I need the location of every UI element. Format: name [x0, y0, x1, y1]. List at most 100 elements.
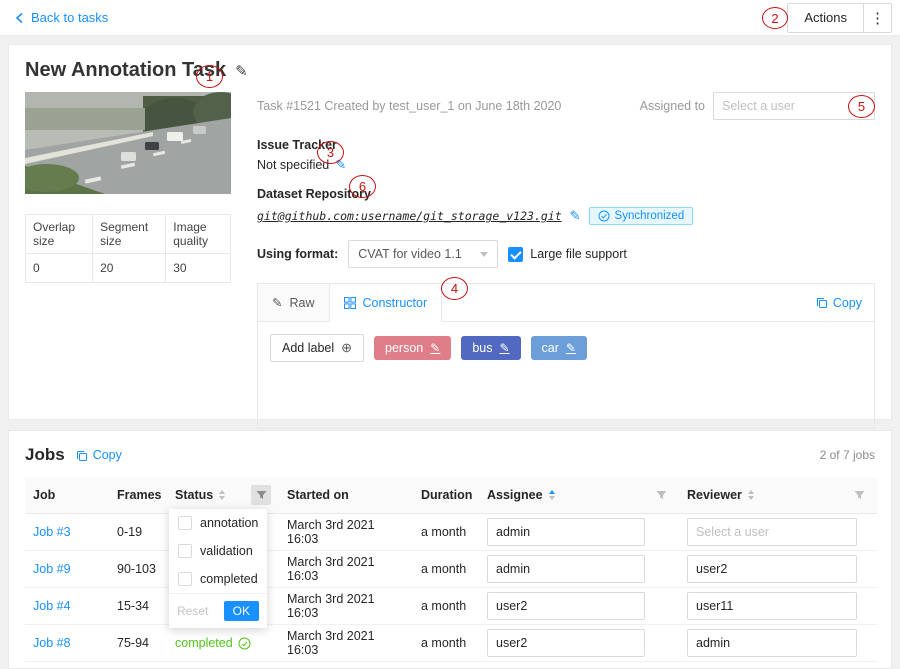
duration-cell: a month [413, 588, 479, 625]
table-row: Job #4 15-34 March 3rd 2021 16:03 a mont… [25, 588, 877, 625]
job-link[interactable]: Job #4 [33, 599, 71, 613]
param-header-quality: Image quality [166, 215, 231, 254]
assignee-cell-input[interactable] [487, 518, 645, 546]
frames-cell: 75-94 [109, 625, 167, 662]
reviewer-filter-icon[interactable] [849, 485, 869, 505]
started-cell: March 3rd 2021 16:03 [279, 588, 413, 625]
assignee-cell-input[interactable] [487, 629, 645, 657]
edit-title-icon[interactable]: ✎ [235, 62, 248, 80]
assignee-cell-input[interactable] [487, 555, 645, 583]
duration-cell: a month [413, 514, 479, 551]
sort-icon[interactable] [748, 490, 754, 500]
annotation-marker-5: 5 [848, 95, 875, 118]
chevron-down-icon [480, 252, 488, 257]
sort-icon[interactable] [219, 490, 225, 500]
sort-icon[interactable] [549, 490, 555, 500]
reviewer-cell-input[interactable] [687, 555, 857, 583]
jobs-count: 2 of 7 jobs [820, 448, 875, 462]
started-cell: March 3rd 2021 16:03 [279, 551, 413, 588]
edit-label-icon[interactable]: ✎ [499, 341, 509, 355]
table-row: Job #3 0-19 March 3rd 2021 16:03 a month [25, 514, 877, 551]
more-actions-icon[interactable]: ⋮ [863, 4, 891, 32]
duration-cell: a month [413, 551, 479, 588]
reviewer-cell-input[interactable] [687, 518, 857, 546]
job-link[interactable]: Job #9 [33, 562, 71, 576]
filter-reset-button[interactable]: Reset [177, 604, 208, 618]
checkbox-icon[interactable] [178, 544, 192, 558]
col-header-reviewer[interactable]: Reviewer [679, 477, 877, 514]
label-chip-person[interactable]: person ✎ [374, 336, 451, 360]
col-header-started: Started on [279, 477, 413, 514]
status-filter-dropdown: annotation validation completed Reset OK [169, 509, 267, 628]
filter-ok-button[interactable]: OK [224, 601, 259, 621]
param-header-overlap: Overlap size [26, 215, 93, 254]
pencil-icon: ✎ [272, 295, 282, 310]
filter-option-completed[interactable]: completed [169, 565, 267, 593]
plus-circle-icon: ⊕ [341, 340, 352, 356]
annotation-marker-4: 4 [441, 277, 468, 300]
add-label-button[interactable]: Add label ⊕ [270, 334, 364, 362]
col-header-duration: Duration [413, 477, 479, 514]
issue-tracker-value: Not specified [257, 158, 329, 172]
col-header-assignee[interactable]: Assignee [479, 477, 679, 514]
frames-cell: 0-19 [109, 514, 167, 551]
col-header-job: Job [25, 477, 109, 514]
assignee-filter-icon[interactable] [651, 485, 671, 505]
labels-editor: ✎ Raw Constructor Copy Add label [257, 283, 875, 429]
annotation-marker-3: 3 [317, 141, 344, 164]
issue-tracker-label: Issue Tracker [257, 138, 875, 152]
constructor-grid-icon [344, 297, 356, 309]
annotation-marker-1: 1 [196, 65, 223, 88]
repository-url[interactable]: git@github.com:username/git_storage_v123… [257, 209, 562, 223]
format-select[interactable]: CVAT for video 1.1 [348, 240, 498, 268]
duration-cell: a month [413, 625, 479, 662]
job-link[interactable]: Job #3 [33, 525, 71, 539]
filter-option-validation[interactable]: validation [169, 537, 267, 565]
copy-icon [75, 449, 88, 462]
jobs-table: Job Frames Status Started on Duration [25, 477, 877, 662]
filter-option-annotation[interactable]: annotation [169, 509, 267, 537]
back-label: Back to tasks [31, 10, 108, 25]
copy-labels-link[interactable]: Copy [815, 284, 862, 321]
param-header-segment: Segment size [93, 215, 166, 254]
label-chip-bus[interactable]: bus ✎ [461, 336, 520, 360]
completed-status-icon [238, 637, 251, 650]
checkbox-icon[interactable] [178, 572, 192, 586]
actions-button[interactable]: Actions ⋮ [787, 3, 892, 33]
task-preview-image [25, 92, 231, 194]
annotation-marker-6: 6 [349, 175, 376, 198]
param-value-overlap: 0 [26, 254, 93, 283]
back-to-tasks-link[interactable]: Back to tasks [14, 10, 108, 25]
large-file-checkbox[interactable]: Large file support [508, 247, 627, 262]
edit-label-icon[interactable]: ✎ [566, 341, 576, 355]
edit-repository-icon[interactable]: ✎ [570, 208, 581, 224]
jobs-title: Jobs [25, 445, 65, 465]
edit-label-icon[interactable]: ✎ [430, 341, 440, 355]
param-value-segment: 20 [93, 254, 166, 283]
chevron-left-icon [14, 12, 25, 24]
status-filter-icon[interactable] [251, 485, 271, 505]
job-link[interactable]: Job #8 [33, 636, 71, 650]
param-value-quality: 30 [166, 254, 231, 283]
actions-label[interactable]: Actions [788, 4, 863, 32]
task-parameters-table: Overlap size Segment size Image quality … [25, 214, 231, 283]
copy-icon [815, 296, 828, 309]
table-row: Job #8 75-94 completed March 3rd 2021 16… [25, 625, 877, 662]
check-circle-icon [598, 210, 610, 222]
tab-raw[interactable]: ✎ Raw [258, 284, 330, 321]
started-cell: March 3rd 2021 16:03 [279, 625, 413, 662]
frames-cell: 90-103 [109, 551, 167, 588]
label-chip-car[interactable]: car ✎ [531, 336, 587, 360]
assignee-cell-input[interactable] [487, 592, 645, 620]
reviewer-cell-input[interactable] [687, 629, 857, 657]
annotation-marker-2: 2 [762, 7, 788, 29]
reviewer-cell-input[interactable] [687, 592, 857, 620]
task-meta: Task #1521 Created by test_user_1 on Jun… [257, 99, 561, 113]
tab-constructor[interactable]: Constructor [330, 284, 443, 322]
status-cell: completed [167, 625, 279, 662]
copy-jobs-link[interactable]: Copy [75, 448, 122, 462]
assigned-to-label: Assigned to [640, 99, 705, 113]
checkbox-checked-icon[interactable] [508, 247, 523, 262]
table-row: Job #9 90-103 March 3rd 2021 16:03 a mon… [25, 551, 877, 588]
checkbox-icon[interactable] [178, 516, 192, 530]
